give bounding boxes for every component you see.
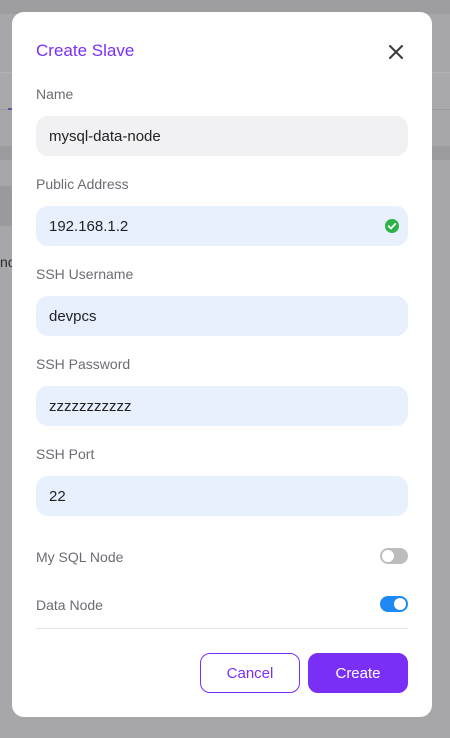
toggle-knob <box>382 550 394 562</box>
mysql-node-toggle[interactable] <box>380 548 408 564</box>
public-address-input[interactable] <box>36 206 408 246</box>
close-button[interactable] <box>386 42 406 62</box>
ssh-port-label: SSH Port <box>36 446 95 462</box>
public-address-label: Public Address <box>36 176 129 192</box>
check-circle-icon <box>385 219 399 233</box>
close-icon <box>389 45 403 59</box>
toggle-knob <box>394 598 406 610</box>
name-label: Name <box>36 86 74 102</box>
ssh-username-label: SSH Username <box>36 266 134 282</box>
name-input[interactable] <box>36 116 408 156</box>
data-node-toggle[interactable] <box>380 596 408 612</box>
mysql-node-label: My SQL Node <box>36 549 124 565</box>
create-button[interactable]: Create <box>308 653 408 693</box>
cancel-button[interactable]: Cancel <box>200 653 300 693</box>
create-slave-dialog: Create Slave Name Public Address SSH Use… <box>12 12 432 717</box>
ssh-username-input[interactable] <box>36 296 408 336</box>
footer-divider <box>36 628 408 629</box>
ssh-port-input[interactable] <box>36 476 408 516</box>
data-node-label: Data Node <box>36 597 103 613</box>
ssh-password-label: SSH Password <box>36 356 131 372</box>
ssh-password-input[interactable] <box>36 386 408 426</box>
dialog-title: Create Slave <box>36 41 135 60</box>
